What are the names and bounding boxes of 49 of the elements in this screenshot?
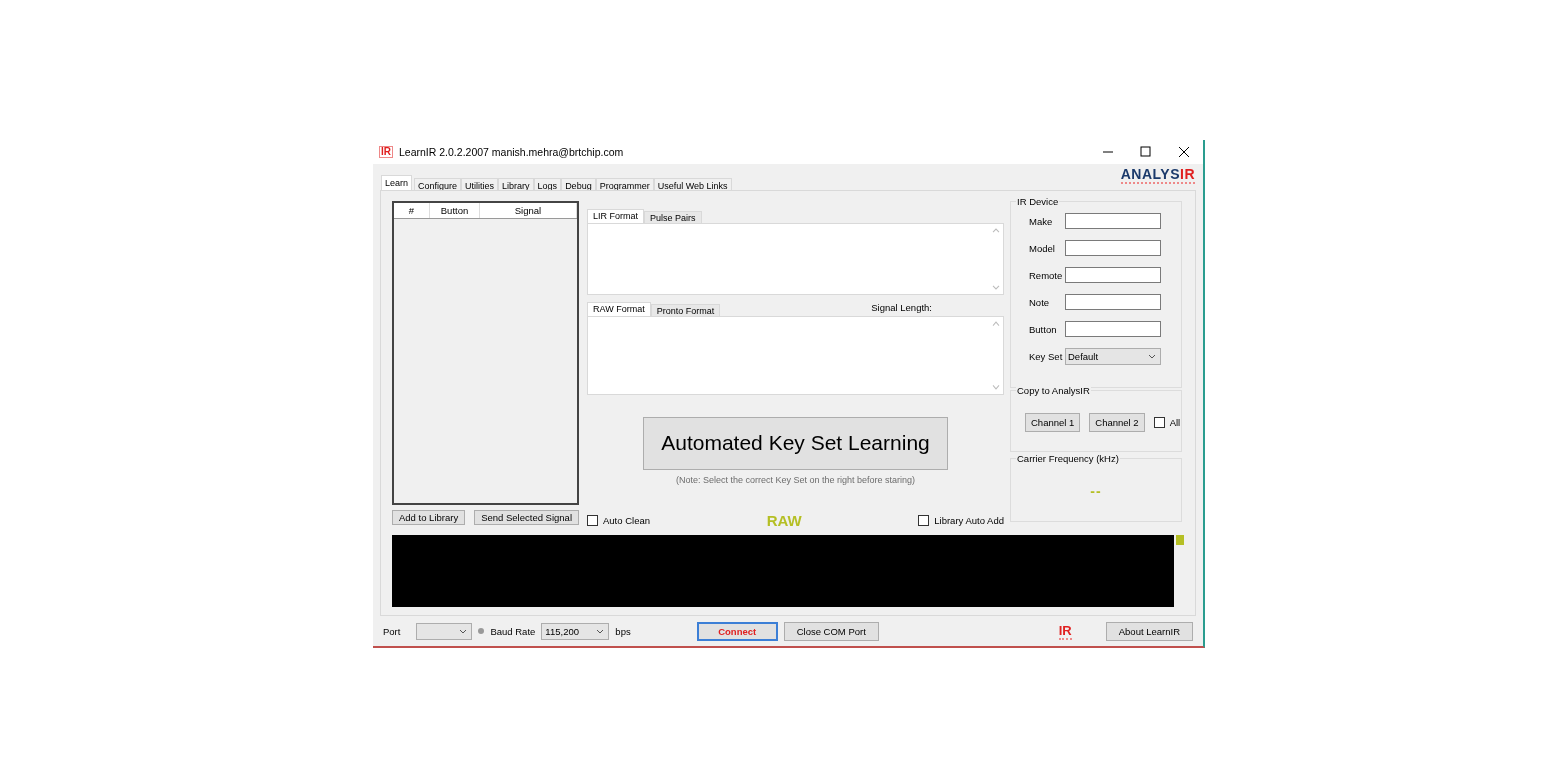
- tab[interactable]: Library: [498, 177, 534, 190]
- ir-logo: IR: [1058, 622, 1072, 640]
- format-tab[interactable]: Pronto Format: [650, 303, 721, 316]
- baud-rate-dropdown[interactable]: 115,200: [541, 622, 610, 640]
- connect-button[interactable]: Connect: [696, 621, 778, 641]
- column-header[interactable]: #: [394, 202, 430, 218]
- column-header[interactable]: Signal: [480, 202, 577, 218]
- signal-length-label: Signal Length:: [871, 302, 932, 314]
- field-label: Button: [1029, 323, 1058, 335]
- checkbox[interactable]: Library Auto Add: [918, 514, 1004, 526]
- window-title: LearnIR 2.0.2.2007 manish.mehra@brtchip.com: [399, 145, 625, 158]
- checkbox[interactable]: All: [1153, 416, 1181, 428]
- logo: ANALYSIR: [1120, 165, 1195, 184]
- mode-label: RAW: [765, 511, 803, 529]
- tab[interactable]: Debug: [561, 177, 596, 190]
- format-tab[interactable]: LIR Format: [587, 208, 644, 223]
- tab[interactable]: Useful Web Links: [653, 177, 732, 190]
- note-text: (Note: Select the correct Key Set on the right before staring): [674, 474, 917, 485]
- field-label: Note: [1029, 296, 1051, 308]
- field-label: Key Set: [1029, 350, 1064, 362]
- tab[interactable]: Configure: [414, 177, 462, 190]
- column-header[interactable]: Button: [430, 202, 480, 218]
- group-title: IR Device: [1016, 195, 1060, 207]
- tab[interactable]: Learn: [381, 174, 413, 190]
- field-label: Model: [1029, 242, 1056, 254]
- tab[interactable]: Logs: [533, 177, 562, 190]
- field-label: Make: [1029, 215, 1054, 227]
- channel-button[interactable]: Channel 2: [1089, 412, 1145, 432]
- tab[interactable]: Programmer: [595, 177, 654, 190]
- dropdown[interactable]: Default: [1065, 347, 1161, 365]
- group-title: Carrier Frequency (kHz): [1016, 452, 1120, 464]
- signal-list[interactable]: # Button Signal: [392, 200, 579, 505]
- action-button[interactable]: Add to Library: [392, 509, 466, 525]
- about-button[interactable]: About LearnIR: [1105, 621, 1193, 641]
- group-title: Copy to AnalysIR: [1016, 384, 1091, 396]
- automated-learning-button[interactable]: Automated Key Set Learning: [643, 416, 948, 470]
- channel-button[interactable]: Channel 1: [1025, 412, 1081, 432]
- format-tab[interactable]: Pulse Pairs: [644, 210, 702, 223]
- action-button[interactable]: Send Selected Signal: [474, 509, 579, 525]
- format-tab[interactable]: RAW Format: [587, 301, 651, 316]
- baud-rate-label: Baud Rate: [490, 625, 536, 637]
- app-icon: IR: [379, 145, 393, 158]
- frequency-value: --: [1089, 482, 1103, 499]
- close-port-button[interactable]: Close COM Port: [783, 621, 879, 641]
- field-label: Remote: [1029, 269, 1064, 281]
- checkbox[interactable]: Auto Clean: [587, 514, 650, 526]
- bps-label: bps: [615, 625, 631, 637]
- tab[interactable]: Utilities: [461, 177, 499, 190]
- port-label: Port: [383, 625, 401, 637]
